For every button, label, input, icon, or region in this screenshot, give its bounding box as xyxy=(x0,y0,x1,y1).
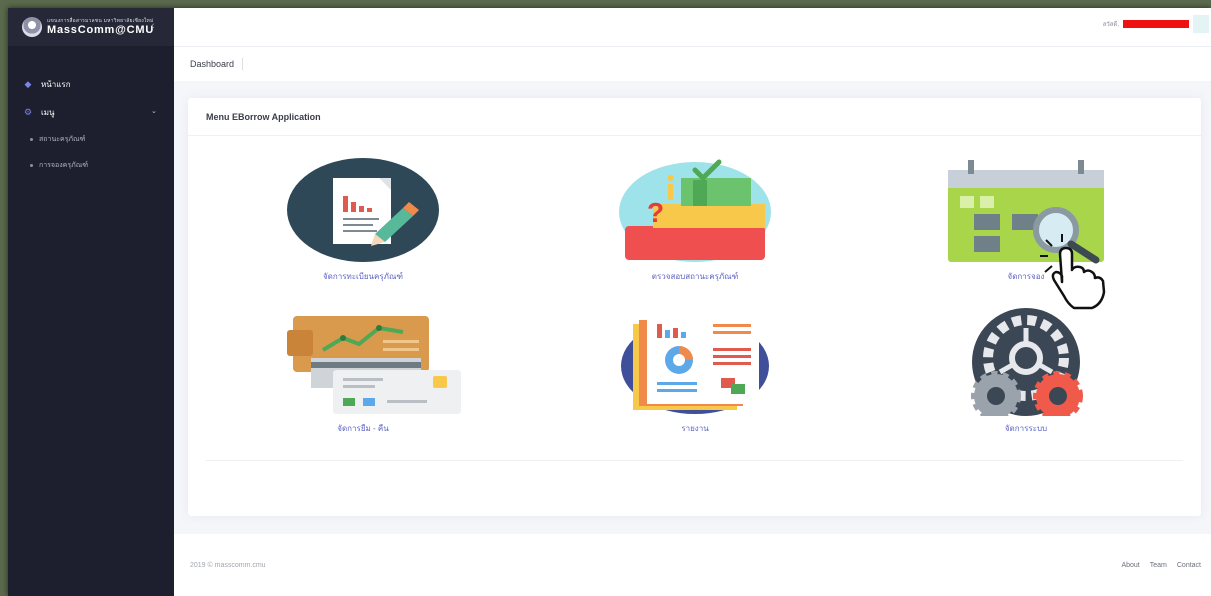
divider xyxy=(206,460,1183,461)
tile-reports[interactable]: รายงาน xyxy=(595,308,795,435)
user-menu[interactable]: สวัสดี, xyxy=(1102,15,1209,33)
page-title: Dashboard xyxy=(190,58,244,70)
topbar: สวัสดี, xyxy=(174,8,1211,46)
diamond-icon: ◆ xyxy=(24,78,32,89)
menu-card: Menu EBorrow Application จัดการทะเบียนคร… xyxy=(188,98,1201,516)
tile-label: จัดการระบบ xyxy=(1004,424,1048,433)
sidebar-subitem-equipment-status[interactable]: สถานะครุภัณฑ์ xyxy=(8,126,174,152)
tile-label: จัดการทะเบียนครุภัณฑ์ xyxy=(322,272,404,281)
copyright-text: 2019 © masscomm.cmu xyxy=(190,561,266,569)
sidebar-subitem-label: สถานะครุภัณฑ์ xyxy=(39,135,86,143)
sidebar-item-label: หน้าแรก xyxy=(41,79,71,89)
brand-subtitle: แขนงการสื่อสารมวลชน มหาวิทยาลัยเชียงใหม่ xyxy=(47,17,154,24)
chevron-down-icon: ⌄ xyxy=(151,108,157,115)
brand-name: MassComm@CMU xyxy=(47,23,155,36)
university-logo-icon xyxy=(22,17,42,37)
sidebar-item-menu[interactable]: ⚙ เมนู ⌄ xyxy=(8,98,174,126)
footer-link-team[interactable]: Team xyxy=(1150,562,1167,569)
sidebar-nav: ◆ หน้าแรก ⚙ เมนู ⌄ สถานะครุภัณฑ์ การจองค… xyxy=(8,70,174,178)
bullet-icon xyxy=(30,137,33,141)
tile-label: จัดการยืม - คืน xyxy=(337,424,389,433)
status-check-icon: ? xyxy=(619,159,771,262)
sidebar-item-label: เมนู xyxy=(41,107,55,117)
settings-gear-icon xyxy=(971,308,1083,421)
gears-icon: ⚙ xyxy=(23,106,33,117)
user-greeting: สวัสดี, xyxy=(1102,22,1119,28)
report-icon xyxy=(621,316,769,414)
borrow-return-icon xyxy=(287,316,461,414)
sidebar-item-home[interactable]: ◆ หน้าแรก xyxy=(8,70,174,98)
subheader: Dashboard xyxy=(174,46,1211,81)
main-content: สวัสดี, Dashboard Menu EBorrow Applicati… xyxy=(174,8,1211,596)
app-window: แขนงการสื่อสารมวลชน มหาวิทยาลัยเชียงใหม่… xyxy=(8,8,1211,596)
bullet-icon xyxy=(30,163,33,167)
tile-label: รายงาน xyxy=(681,424,709,433)
sidebar-subitem-label: การจองครุภัณฑ์ xyxy=(39,161,89,169)
tile-equipment-registry[interactable]: จัดการทะเบียนครุภัณฑ์ xyxy=(263,156,463,283)
sidebar-submenu: สถานะครุภัณฑ์ การจองครุภัณฑ์ xyxy=(8,126,174,178)
user-name-redacted xyxy=(1123,20,1189,28)
chevron-left-icon[interactable]: ‹ xyxy=(151,20,155,32)
document-edit-icon xyxy=(287,158,439,262)
footer-link-about[interactable]: About xyxy=(1121,562,1139,569)
card-title: Menu EBorrow Application xyxy=(206,111,321,122)
footer: 2019 © masscomm.cmu About Team Contact xyxy=(174,534,1211,596)
sidebar-subitem-equipment-booking[interactable]: การจองครุภัณฑ์ xyxy=(8,152,174,178)
brand: แขนงการสื่อสารมวลชน มหาวิทยาลัยเชียงใหม่… xyxy=(8,8,174,46)
tile-system-management[interactable]: จัดการระบบ xyxy=(926,308,1126,435)
sidebar: แขนงการสื่อสารมวลชน มหาวิทยาลัยเชียงใหม่… xyxy=(8,8,174,596)
tile-borrow-return[interactable]: จัดการยืม - คืน xyxy=(263,308,463,435)
hand-cursor-icon xyxy=(1040,234,1106,310)
footer-links: About Team Contact xyxy=(1121,562,1201,569)
tile-equipment-status[interactable]: ? ตรวจสอบสถานะครุภัณฑ์ xyxy=(595,156,795,283)
avatar[interactable] xyxy=(1193,15,1209,33)
tile-label: ตรวจสอบสถานะครุภัณฑ์ xyxy=(651,272,739,281)
svg-text:?: ? xyxy=(647,197,664,228)
tile-booking-management[interactable]: จัดการจอง xyxy=(926,156,1126,310)
footer-link-contact[interactable]: Contact xyxy=(1177,562,1201,569)
